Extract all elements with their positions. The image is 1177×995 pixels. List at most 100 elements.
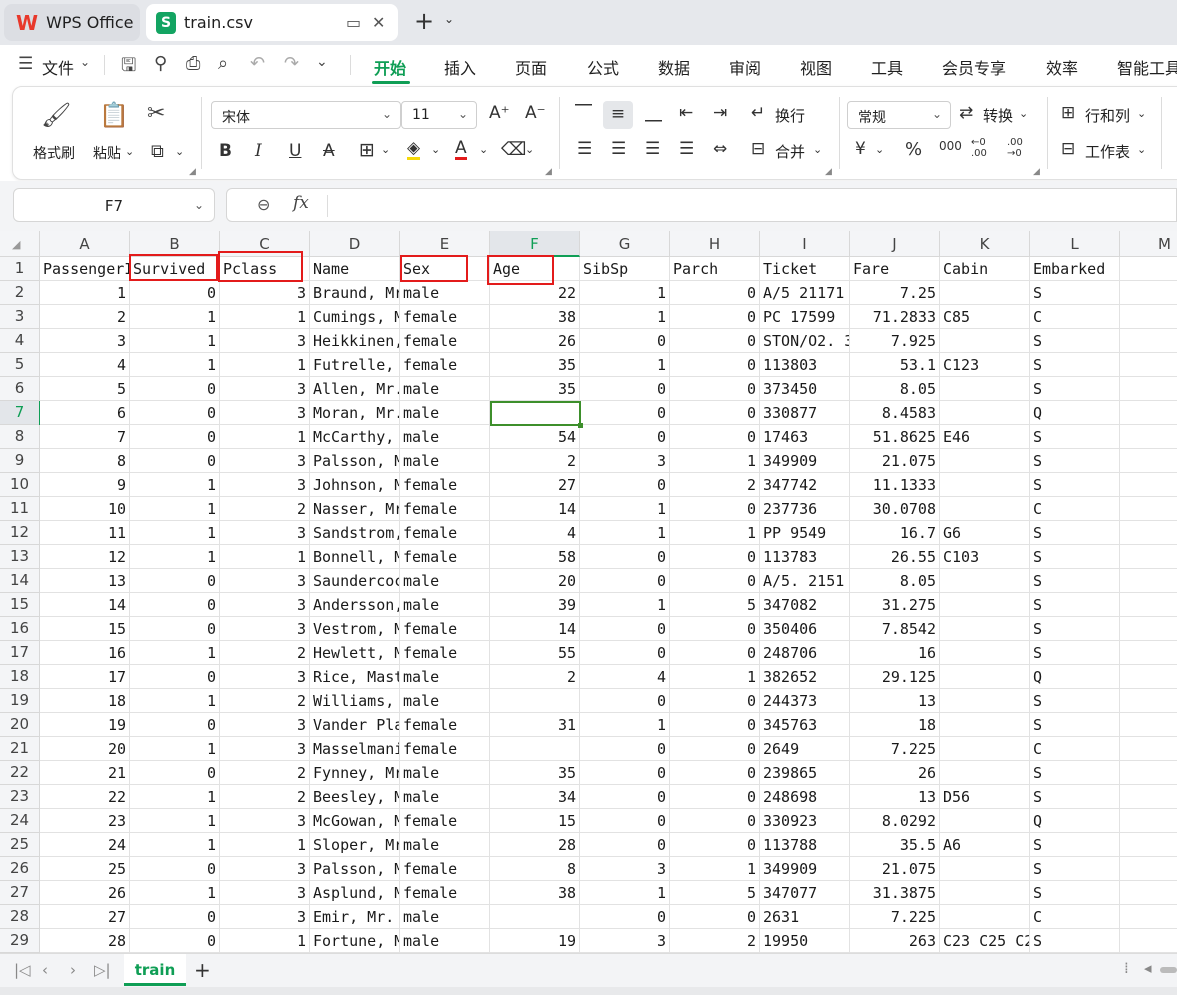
align-right-icon[interactable]: ☰ <box>645 139 660 159</box>
cell-k[interactable]: D56 <box>940 785 1030 809</box>
cell-f[interactable]: 19 <box>490 929 580 953</box>
cell-m[interactable] <box>1120 713 1177 737</box>
cell-e[interactable]: male <box>400 833 490 857</box>
cell-k[interactable]: C85 <box>940 305 1030 329</box>
cell-e[interactable]: male <box>400 569 490 593</box>
font-name-select[interactable]: 宋体 ⌄ <box>211 101 401 129</box>
cell-m[interactable] <box>1120 401 1177 425</box>
cell-g[interactable]: 3 <box>580 929 670 953</box>
cell-b[interactable]: 0 <box>130 617 220 641</box>
cell-d[interactable]: Fynney, Mr <box>310 761 400 785</box>
cell-j[interactable]: 8.05 <box>850 569 940 593</box>
cell-h[interactable]: 5 <box>670 593 760 617</box>
cell-b[interactable]: 1 <box>130 737 220 761</box>
cell-f[interactable]: 35 <box>490 761 580 785</box>
fill-color-icon[interactable]: ◈ <box>407 139 421 160</box>
cell-i[interactable]: 113788 <box>760 833 850 857</box>
cell-e[interactable]: female <box>400 737 490 761</box>
cell-k[interactable] <box>940 281 1030 305</box>
row-header[interactable]: 21 <box>0 737 40 761</box>
align-bottom-icon[interactable]: ⎽ <box>645 103 662 123</box>
cell-l[interactable]: C <box>1030 905 1120 929</box>
cell-f[interactable]: 20 <box>490 569 580 593</box>
cell-k[interactable] <box>940 617 1030 641</box>
cell-a[interactable]: 21 <box>40 761 130 785</box>
menu-data[interactable]: 数据 <box>658 55 690 79</box>
cell-e[interactable]: male <box>400 689 490 713</box>
cell-g[interactable]: 4 <box>580 665 670 689</box>
cell-m[interactable] <box>1120 737 1177 761</box>
cell-k[interactable] <box>940 449 1030 473</box>
cell-i[interactable]: 239865 <box>760 761 850 785</box>
cell-i[interactable]: 17463 <box>760 425 850 449</box>
cell-b[interactable]: 1 <box>130 545 220 569</box>
cell-c[interactable]: 2 <box>220 497 310 521</box>
align-top-icon[interactable]: ⎺ <box>575 103 592 123</box>
cell-j[interactable]: 7.225 <box>850 905 940 929</box>
cell-l[interactable]: S <box>1030 761 1120 785</box>
cell-l[interactable]: Q <box>1030 665 1120 689</box>
merge-icon[interactable]: ⊟ <box>751 139 765 159</box>
cell-j[interactable]: 16 <box>850 641 940 665</box>
cell-k[interactable] <box>940 473 1030 497</box>
cell-e[interactable]: male <box>400 929 490 953</box>
cell-k[interactable]: C123 <box>940 353 1030 377</box>
cell-f[interactable]: 31 <box>490 713 580 737</box>
cell-m[interactable] <box>1120 425 1177 449</box>
cell-i[interactable]: A/5. 2151 <box>760 569 850 593</box>
chevron-down-icon[interactable]: ⌄ <box>194 198 204 212</box>
cell-f[interactable]: 39 <box>490 593 580 617</box>
cell-a[interactable]: 12 <box>40 545 130 569</box>
cell-i[interactable]: 350406 <box>760 617 850 641</box>
menu-home[interactable]: 开始 <box>374 55 406 79</box>
cell-g[interactable]: 0 <box>580 833 670 857</box>
paste-label[interactable]: 粘贴 <box>93 143 121 163</box>
cell-a[interactable]: 16 <box>40 641 130 665</box>
cell-e[interactable]: male <box>400 593 490 617</box>
cell-j[interactable]: 13 <box>850 689 940 713</box>
cell-l[interactable]: S <box>1030 881 1120 905</box>
cell-i[interactable]: 347077 <box>760 881 850 905</box>
cell-j[interactable]: 8.05 <box>850 377 940 401</box>
cell-f[interactable]: 2 <box>490 665 580 689</box>
cell-k[interactable] <box>940 809 1030 833</box>
cell-d[interactable]: Allen, Mr. <box>310 377 400 401</box>
cell-e[interactable]: female <box>400 329 490 353</box>
spreadsheet-grid[interactable]: ◢ ABCDEFGHIJKLM 1PassengerIdSurvivedPcla… <box>0 231 1177 953</box>
hamburger-menu-icon[interactable]: ☰ <box>18 54 33 74</box>
cell-b[interactable]: 0 <box>130 905 220 929</box>
cell-g[interactable]: 3 <box>580 449 670 473</box>
cell-k[interactable]: C103 <box>940 545 1030 569</box>
cell-c[interactable]: 3 <box>220 905 310 929</box>
cell-k[interactable] <box>940 713 1030 737</box>
save-icon[interactable]: 🖫 <box>121 53 136 83</box>
cell-e[interactable]: female <box>400 497 490 521</box>
cell-d[interactable]: McCarthy, <box>310 425 400 449</box>
cell-b[interactable]: 1 <box>130 497 220 521</box>
cell-j[interactable]: 26.55 <box>850 545 940 569</box>
cell-j[interactable]: 7.925 <box>850 329 940 353</box>
cell-g[interactable]: 1 <box>580 713 670 737</box>
cell-a[interactable]: 27 <box>40 905 130 929</box>
cell-l[interactable]: C <box>1030 497 1120 521</box>
cell-a[interactable]: 14 <box>40 593 130 617</box>
cell-f[interactable]: 58 <box>490 545 580 569</box>
cell-g[interactable]: 0 <box>580 785 670 809</box>
bold-icon[interactable]: B <box>219 141 232 161</box>
chevron-down-icon[interactable]: ⌄ <box>125 145 134 158</box>
cell-b[interactable]: 0 <box>130 929 220 953</box>
cell-j[interactable]: 11.1333 <box>850 473 940 497</box>
cell-k[interactable]: C23 C25 C2 <box>940 929 1030 953</box>
italic-icon[interactable]: I <box>255 141 262 161</box>
chevron-down-icon[interactable]: ⌄ <box>431 143 440 156</box>
cell-j[interactable]: 35.5 <box>850 833 940 857</box>
format-painter-icon[interactable]: 🖌 <box>41 101 71 129</box>
cell-h[interactable]: 0 <box>670 833 760 857</box>
cell-f[interactable] <box>490 737 580 761</box>
cell-i[interactable]: 248698 <box>760 785 850 809</box>
cell-g[interactable]: 0 <box>580 545 670 569</box>
row-header[interactable]: 6 <box>0 377 40 401</box>
cell-i[interactable]: 349909 <box>760 449 850 473</box>
cell-b[interactable]: 0 <box>130 449 220 473</box>
cell-m[interactable] <box>1120 809 1177 833</box>
